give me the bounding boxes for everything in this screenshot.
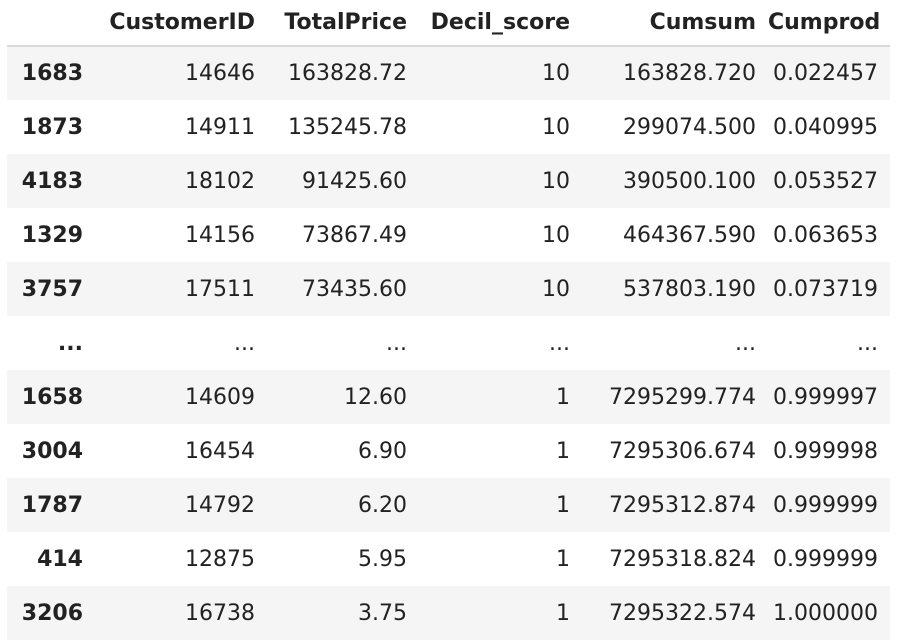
cell-customerid: ...: [234, 330, 255, 356]
cell-cumsum: 390500.100: [623, 168, 756, 194]
cell-totalprice: 6.90: [358, 438, 407, 464]
header-row: CustomerID TotalPrice Decil_score Cumsum…: [7, 0, 890, 47]
cell-decil-score: 1: [556, 492, 570, 518]
row-index: 1873: [21, 114, 83, 140]
cell-customerid: 14609: [185, 384, 255, 410]
row-index: 3004: [21, 438, 83, 464]
cell-customerid: 14911: [185, 114, 255, 140]
table-row: 1787 14792 6.20 1 7295312.874 0.999999: [7, 478, 890, 532]
table-row: 1658 14609 12.60 1 7295299.774 0.999997: [7, 370, 890, 424]
table-row: 1329 14156 73867.49 10 464367.590 0.0636…: [7, 208, 890, 262]
cell-cumprod: ...: [857, 330, 878, 356]
cell-cumprod: 0.999999: [773, 546, 878, 572]
cell-decil-score: 10: [542, 276, 570, 302]
cell-customerid: 14792: [185, 492, 255, 518]
ellipsis-row: ... ... ... ... ... ...: [7, 316, 890, 370]
dataframe-table: CustomerID TotalPrice Decil_score Cumsum…: [7, 0, 890, 640]
cell-cumsum: 7295306.674: [609, 438, 756, 464]
cell-cumprod: 0.999997: [773, 384, 878, 410]
row-index: 1658: [21, 384, 83, 410]
cell-cumsum: 7295299.774: [609, 384, 756, 410]
cell-decil-score: 10: [542, 222, 570, 248]
table-row: 414 12875 5.95 1 7295318.824 0.999999: [7, 532, 890, 586]
cell-cumprod: 0.063653: [773, 222, 878, 248]
cell-totalprice: 6.20: [358, 492, 407, 518]
cell-totalprice: 135245.78: [288, 114, 407, 140]
row-index: 3206: [21, 600, 83, 626]
cell-cumsum: 537803.190: [623, 276, 756, 302]
row-index: ...: [57, 330, 83, 356]
cell-cumprod: 0.022457: [773, 61, 878, 86]
row-index: 3757: [21, 276, 83, 302]
cell-decil-score: 1: [556, 546, 570, 572]
row-index: 1683: [21, 61, 83, 86]
cell-totalprice: 163828.72: [288, 61, 407, 86]
cell-cumsum: 464367.590: [623, 222, 756, 248]
cell-cumprod: 1.000000: [773, 600, 878, 626]
cell-cumsum: 163828.720: [623, 61, 756, 86]
cell-decil-score: 1: [556, 600, 570, 626]
cell-totalprice: 73867.49: [302, 222, 407, 248]
cell-customerid: 17511: [185, 276, 255, 302]
cell-customerid: 16738: [185, 600, 255, 626]
cell-cumprod: 0.999998: [773, 438, 878, 464]
cell-cumsum: 7295322.574: [609, 600, 756, 626]
cell-decil-score: 10: [542, 114, 570, 140]
cell-cumprod: 0.073719: [773, 276, 878, 302]
header-decil-score: Decil_score: [419, 0, 582, 47]
header-customerid: CustomerID: [97, 0, 267, 47]
cell-decil-score: 10: [542, 168, 570, 194]
row-index: 4183: [21, 168, 83, 194]
cell-cumsum: 299074.500: [623, 114, 756, 140]
cell-customerid: 14646: [185, 61, 255, 86]
cell-customerid: 16454: [185, 438, 255, 464]
cell-cumprod: 0.053527: [773, 168, 878, 194]
cell-totalprice: 3.75: [358, 600, 407, 626]
cell-customerid: 18102: [185, 168, 255, 194]
table-body: 1683 14646 163828.72 10 163828.720 0.022…: [7, 46, 890, 640]
cell-cumprod: 0.040995: [773, 114, 878, 140]
header-totalprice: TotalPrice: [267, 0, 419, 47]
cell-cumprod: 0.999999: [773, 492, 878, 518]
row-index: 1787: [21, 492, 83, 518]
cell-decil-score: 1: [556, 384, 570, 410]
cell-totalprice: 5.95: [358, 546, 407, 572]
cell-decil-score: ...: [549, 330, 570, 356]
table-row: 1683 14646 163828.72 10 163828.720 0.022…: [7, 46, 890, 100]
row-index: 1329: [21, 222, 83, 248]
cell-decil-score: 1: [556, 438, 570, 464]
cell-totalprice: 91425.60: [302, 168, 407, 194]
table-row: 3004 16454 6.90 1 7295306.674 0.999998: [7, 424, 890, 478]
table-row: 1873 14911 135245.78 10 299074.500 0.040…: [7, 100, 890, 154]
cell-totalprice: 73435.60: [302, 276, 407, 302]
cell-cumsum: ...: [735, 330, 756, 356]
row-index: 414: [37, 546, 83, 572]
cell-cumsum: 7295312.874: [609, 492, 756, 518]
table-row: 3757 17511 73435.60 10 537803.190 0.0737…: [7, 262, 890, 316]
table-header: CustomerID TotalPrice Decil_score Cumsum…: [7, 0, 890, 47]
cell-totalprice: ...: [386, 330, 407, 356]
table-row: 3206 16738 3.75 1 7295322.574 1.000000: [7, 586, 890, 640]
header-index: [7, 0, 97, 47]
header-cumprod: Cumprod: [768, 0, 890, 47]
cell-totalprice: 12.60: [344, 384, 407, 410]
cell-customerid: 14156: [185, 222, 255, 248]
cell-customerid: 12875: [185, 546, 255, 572]
dataframe-output: CustomerID TotalPrice Decil_score Cumsum…: [0, 0, 902, 644]
header-cumsum: Cumsum: [582, 0, 768, 47]
table-row: 4183 18102 91425.60 10 390500.100 0.0535…: [7, 154, 890, 208]
cell-cumsum: 7295318.824: [609, 546, 756, 572]
cell-decil-score: 10: [542, 61, 570, 86]
